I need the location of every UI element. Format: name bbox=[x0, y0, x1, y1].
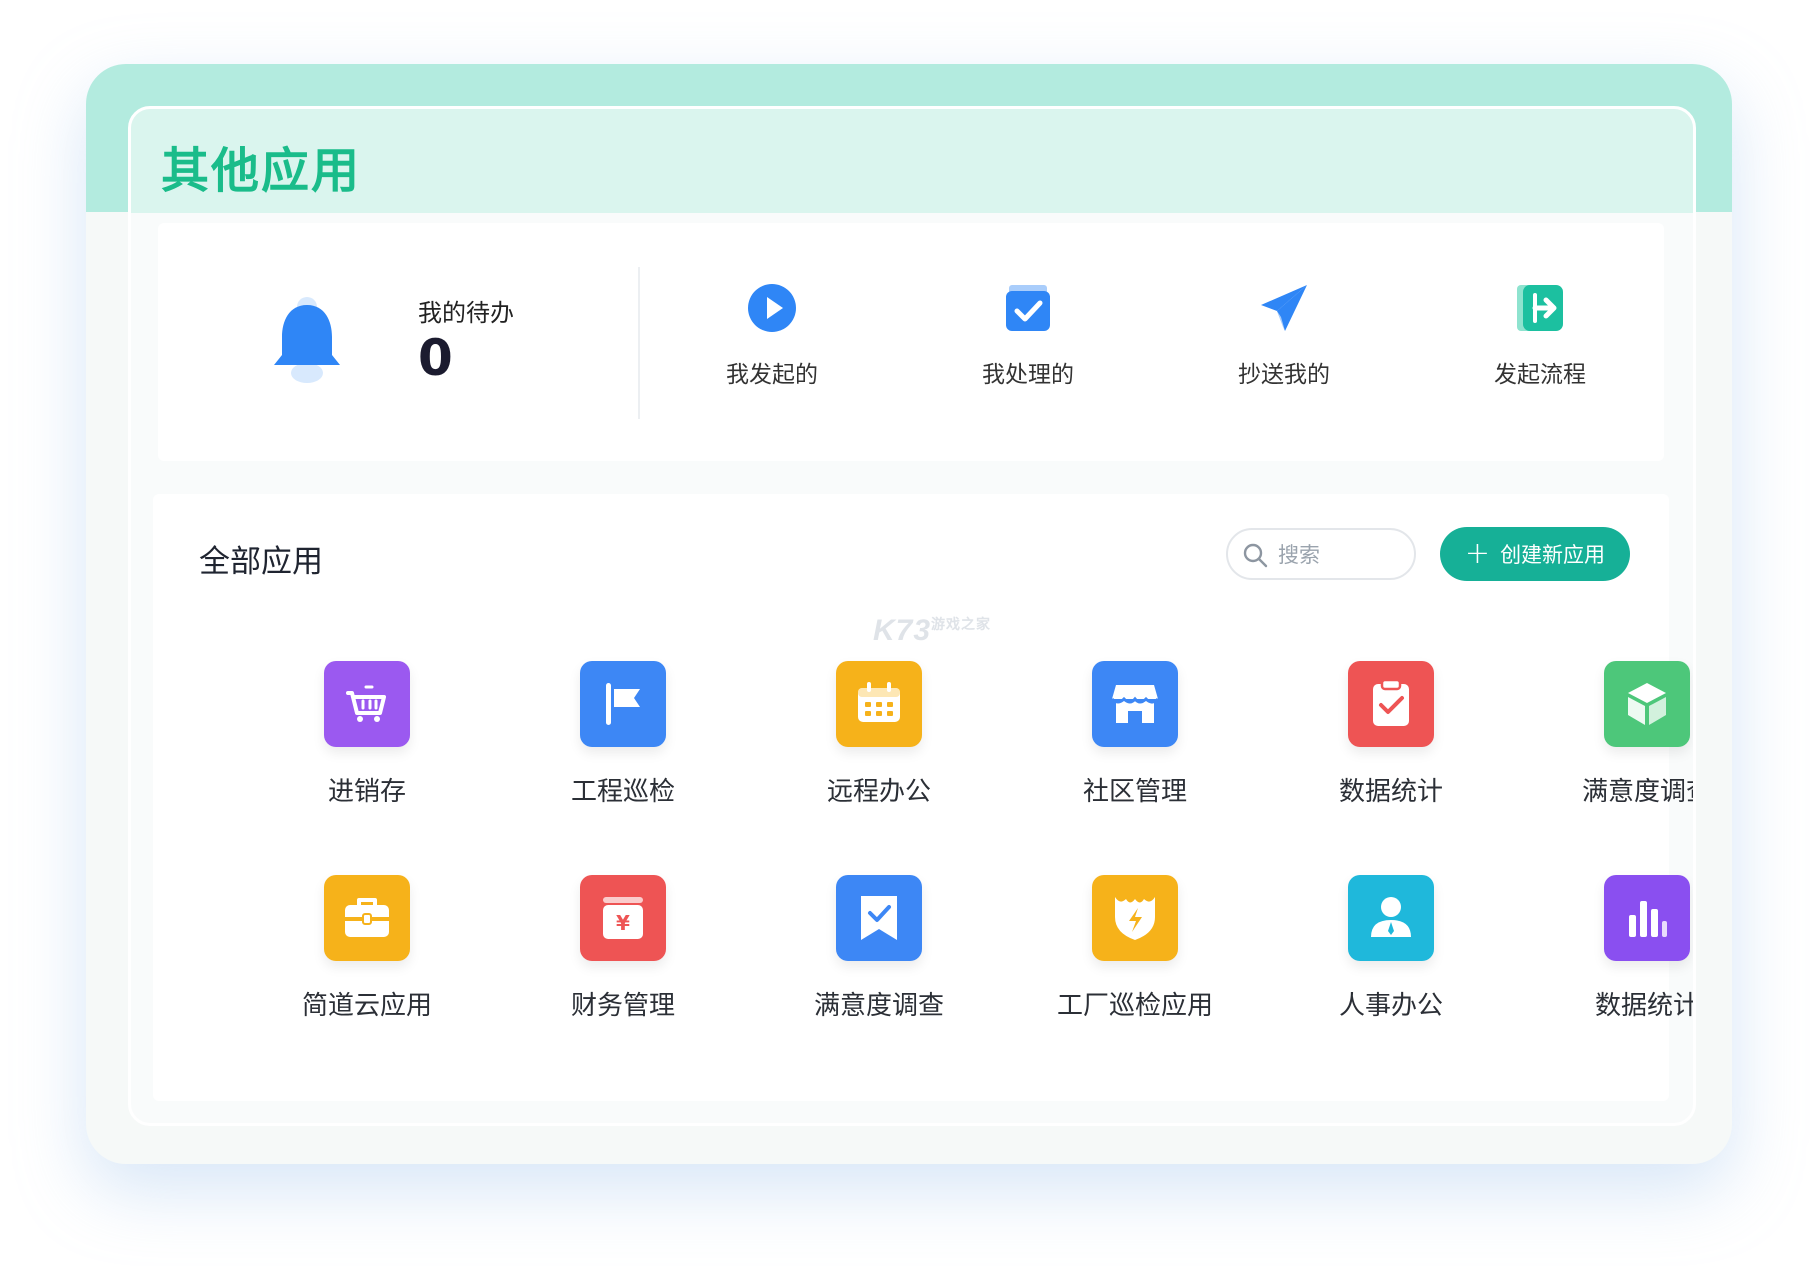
bell-icon bbox=[274, 297, 340, 383]
app-label: 简道云应用 bbox=[301, 991, 432, 1021]
bar-chart-icon bbox=[1604, 875, 1690, 961]
search-box[interactable] bbox=[1226, 528, 1416, 580]
app-item[interactable]: 远程办公 bbox=[769, 661, 989, 808]
app-item[interactable]: 进销存 bbox=[257, 661, 477, 808]
search-input[interactable] bbox=[1276, 539, 1410, 571]
create-app-button[interactable]: + 创建新应用 bbox=[1440, 527, 1630, 581]
shield-bolt-icon bbox=[1092, 875, 1178, 961]
app-label: 满意度调查 bbox=[813, 991, 944, 1021]
exit-arrow-icon bbox=[1517, 285, 1563, 331]
all-apps-card: 全部应用 + 创建新应用 bbox=[153, 494, 1693, 1101]
app-label: 财务管理 bbox=[570, 991, 675, 1021]
paper-plane-icon bbox=[1261, 285, 1307, 331]
app-label: 社区管理 bbox=[1082, 777, 1187, 807]
app-item[interactable]: 数据统计 bbox=[1537, 875, 1696, 1022]
quick-action-label: 我发起的 bbox=[726, 362, 818, 388]
quick-action-label: 我处理的 bbox=[982, 362, 1074, 388]
app-item[interactable]: 人事办公 bbox=[1281, 875, 1501, 1022]
quick-action-initiated[interactable]: 我发起的 bbox=[702, 281, 842, 389]
app-label: 人事办公 bbox=[1338, 991, 1443, 1021]
app-item[interactable]: 数据统计 bbox=[1281, 661, 1501, 808]
yuan-box-icon: ¥ bbox=[580, 875, 666, 961]
quick-action-label: 发起流程 bbox=[1494, 362, 1586, 388]
app-label: 远程办公 bbox=[826, 777, 931, 807]
calendar-icon bbox=[836, 661, 922, 747]
search-icon bbox=[1243, 543, 1268, 568]
app-label: 数据统计 bbox=[1338, 777, 1443, 807]
app-label: 数据统计 bbox=[1594, 991, 1696, 1021]
app-item[interactable]: ¥ 财务管理 bbox=[513, 875, 733, 1022]
app-item[interactable]: 满意度调查 bbox=[769, 875, 989, 1022]
app-label: 工厂巡检应用 bbox=[1056, 991, 1213, 1021]
store-icon bbox=[1092, 661, 1178, 747]
quick-action-cc[interactable]: 抄送我的 bbox=[1214, 281, 1354, 389]
app-item[interactable]: 工程巡检 bbox=[513, 661, 733, 808]
create-app-label: 创建新应用 bbox=[1500, 543, 1606, 567]
cube-icon bbox=[1604, 661, 1690, 747]
app-item[interactable]: 工厂巡检应用 bbox=[1025, 875, 1245, 1022]
app-window: 其他应用 我的待办 0 我发起的 我处理的 抄送我的 发起流程 全部应用 搜索 … bbox=[86, 64, 1732, 1164]
main-panel: 其他应用 我的待办 0 我发起的 我处理的 抄送我的 发起流程 全部应用 搜索 … bbox=[128, 106, 1696, 1126]
play-circle-icon bbox=[748, 284, 796, 332]
quick-action-label: 抄送我的 bbox=[1238, 362, 1330, 388]
svg-text:¥: ¥ bbox=[616, 911, 630, 935]
summary-card: 我的待办 0 我发起的 我处理的 抄送我的 发起流程 bbox=[158, 223, 1664, 461]
app-item[interactable]: 简道云应用 bbox=[257, 875, 477, 1022]
divider bbox=[638, 267, 640, 419]
app-item[interactable]: 满意度调查 bbox=[1537, 661, 1693, 808]
app-label: 满意度调查 bbox=[1581, 777, 1693, 807]
app-label: 工程巡检 bbox=[570, 777, 675, 807]
shopping-cart-icon bbox=[324, 661, 410, 747]
app-label: 进销存 bbox=[327, 777, 406, 807]
clipboard-check-icon bbox=[1348, 661, 1434, 747]
section-title: 全部应用 bbox=[199, 544, 323, 580]
todo-count: 0 bbox=[418, 329, 453, 387]
briefcase-icon bbox=[324, 875, 410, 961]
quick-action-start-process[interactable]: 发起流程 bbox=[1470, 281, 1610, 389]
bookmark-check-icon bbox=[836, 875, 922, 961]
plus-icon: + bbox=[1464, 536, 1491, 571]
page-title: 其他应用 bbox=[161, 143, 362, 199]
check-box-icon bbox=[1006, 285, 1050, 331]
quick-action-handled[interactable]: 我处理的 bbox=[958, 281, 1098, 389]
watermark-logo: K73游戏之家 bbox=[873, 614, 992, 647]
user-icon bbox=[1348, 875, 1434, 961]
panel-header: 其他应用 bbox=[131, 109, 1693, 213]
app-item[interactable]: 社区管理 bbox=[1025, 661, 1245, 808]
flag-icon bbox=[580, 661, 666, 747]
todo-label: 我的待办 bbox=[418, 299, 514, 327]
